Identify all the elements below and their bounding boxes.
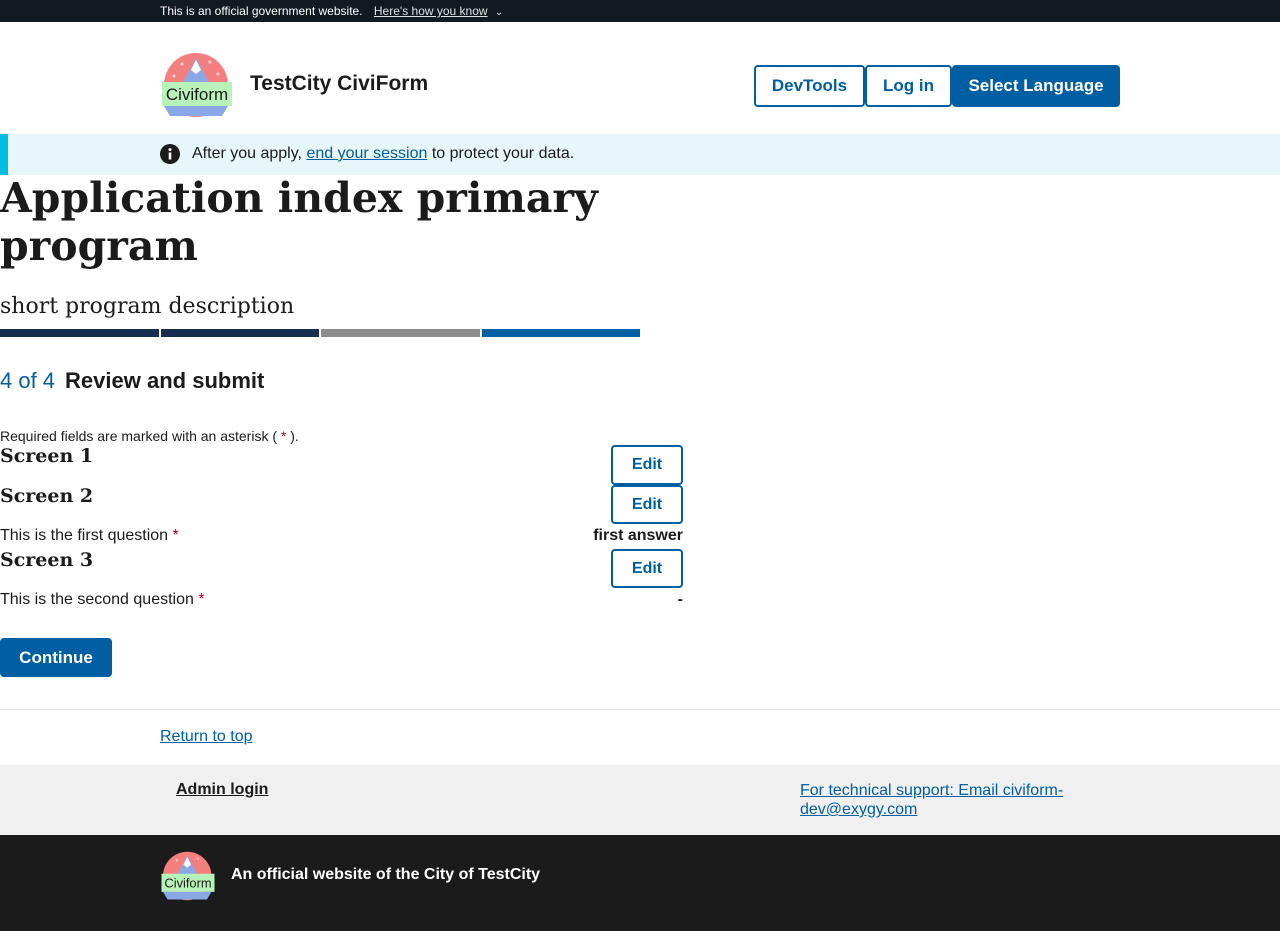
- question-1-text: This is the first question: [0, 527, 169, 544]
- session-alert: After you apply, end your session to pro…: [0, 134, 1280, 175]
- gov-banner: This is an official government website. …: [0, 0, 1280, 22]
- question-1-label: This is the first question *: [0, 527, 179, 545]
- info-icon: [160, 144, 180, 164]
- progress-bar: [0, 329, 640, 337]
- login-button[interactable]: Log in: [865, 65, 952, 107]
- step-indicator: 4 of 4 Review and submit: [0, 368, 264, 394]
- screen-1-edit-button[interactable]: Edit: [611, 445, 683, 485]
- screen-2-title: Screen 2: [0, 485, 94, 507]
- return-to-top-link[interactable]: Return to top: [160, 728, 253, 746]
- continue-button[interactable]: Continue: [0, 638, 112, 677]
- alert-text-before: After you apply,: [192, 145, 302, 162]
- devtools-button[interactable]: DevTools: [754, 65, 865, 107]
- site-title[interactable]: TestCity CiviForm: [250, 72, 428, 96]
- admin-login-link[interactable]: Admin login: [176, 781, 268, 799]
- footer-civiform-logo: Civiform: [160, 851, 216, 901]
- question-2-text: This is the second question: [0, 591, 194, 608]
- program-title: Application index primary program: [0, 174, 598, 270]
- step-count: 4 of 4: [0, 368, 56, 393]
- question-1-required: *: [172, 527, 179, 544]
- required-note-after: ).: [290, 428, 299, 444]
- screen-2-edit-button[interactable]: Edit: [611, 485, 683, 524]
- required-note-before: Required fields are marked with an aster…: [0, 428, 278, 444]
- official-website-text: An official website of the City of TestC…: [231, 866, 541, 883]
- chevron-down-icon[interactable]: ⌄: [495, 7, 503, 18]
- screen-3-edit-button[interactable]: Edit: [611, 549, 683, 588]
- screen-1-title: Screen 1: [0, 445, 94, 467]
- logo-text: Civiform: [166, 85, 228, 104]
- footer: Civiform An official website of the City…: [0, 835, 1280, 931]
- required-fields-note: Required fields are marked with an aster…: [0, 428, 299, 444]
- progress-segment-2: [160, 329, 319, 337]
- progress-segment-4: [481, 329, 640, 337]
- question-2-answer: -: [677, 591, 683, 608]
- step-name: Review and submit: [65, 368, 265, 393]
- civiform-logo[interactable]: Civiform: [160, 52, 234, 118]
- end-session-link[interactable]: end your session: [306, 145, 427, 162]
- gov-banner-text: This is an official government website. …: [160, 4, 503, 18]
- footer-links: Admin login For technical support: Email…: [0, 765, 1280, 835]
- screen-3-title: Screen 3: [0, 549, 94, 571]
- required-asterisk: *: [280, 428, 287, 444]
- program-description: short program description: [0, 294, 295, 319]
- alert-text-after: to protect your data.: [431, 145, 575, 162]
- technical-support-link[interactable]: For technical support: Email civiform-de…: [800, 781, 1100, 819]
- alert-message: After you apply, end your session to pro…: [192, 145, 574, 163]
- select-language-button[interactable]: Select Language: [952, 65, 1120, 107]
- gov-banner-label: This is an official government website.: [160, 4, 363, 18]
- question-2-label: This is the second question *: [0, 591, 205, 609]
- footer-logo-text: Civiform: [164, 875, 211, 890]
- question-2-required: *: [198, 591, 205, 608]
- question-1-answer: first answer: [593, 527, 683, 544]
- divider: [0, 709, 1280, 710]
- progress-segment-3: [321, 329, 480, 337]
- heres-how-you-know-link[interactable]: Here's how you know: [374, 4, 488, 18]
- progress-segment-1: [0, 329, 159, 337]
